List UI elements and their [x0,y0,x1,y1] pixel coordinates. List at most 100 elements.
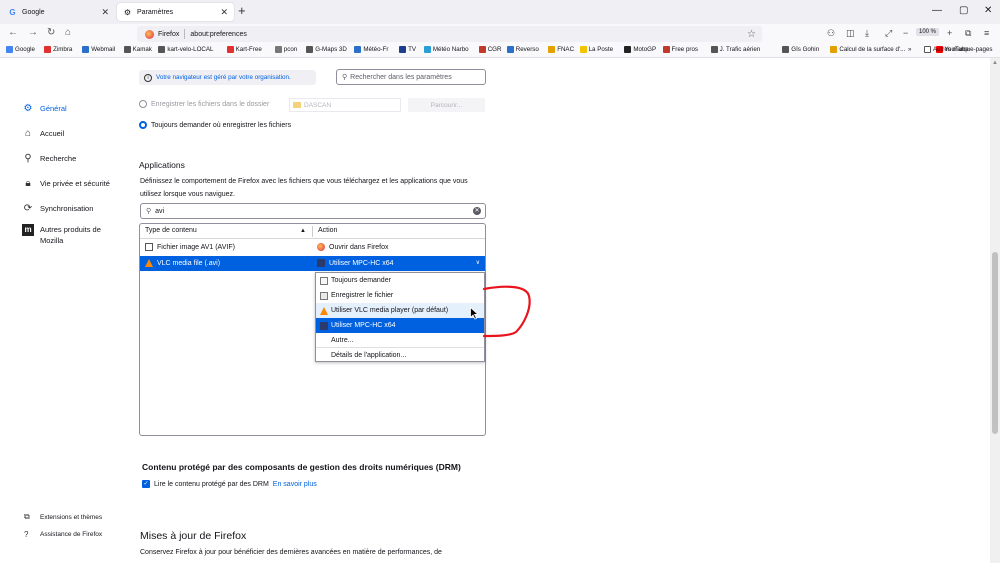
close-icon[interactable]: ✕ [220,7,228,18]
bookmark-label: Calcul de la surface d'... [839,46,906,53]
drm-heading: Contenu protégé par des composants de ge… [142,462,461,472]
bookmark-label: Météo Narbo [432,46,469,53]
sidebar-item-label: Autres produits de Mozilla [40,225,101,245]
bookmark-item[interactable]: Reverso [506,46,539,53]
bookmark-item[interactable]: CGR [478,46,501,53]
action-dropdown-menu: Toujours demander Enregistrer le fichier… [315,272,485,362]
url-text[interactable]: about:preferences [190,31,246,38]
search-value[interactable]: avi [155,208,164,215]
bookmark-item[interactable]: Gîs Gohin [782,46,819,53]
tab-title: Paramètres [137,8,174,16]
other-bookmarks-folder[interactable]: Autres marque-pages [924,46,993,53]
applications-search-input[interactable]: ⚲ avi ✕ [140,203,486,219]
scroll-up-icon[interactable]: ▲ [992,60,998,66]
search-settings-input[interactable]: ⚲ Rechercher dans les paramètres [336,69,486,85]
page-scrollbar[interactable]: ▲ [990,58,1000,563]
menu-icon[interactable]: ≡ [984,28,989,38]
menu-item-use-vlc[interactable]: Utiliser VLC media player (par défaut) [316,303,484,318]
updates-heading: Mises à jour de Firefox [140,530,247,542]
close-window-button[interactable]: ✕ [984,5,992,16]
bookmark-item[interactable]: MotoGP [624,46,656,53]
zoom-level[interactable]: 100 % [916,28,940,36]
menu-item-save-file[interactable]: Enregistrer le fichier [316,288,484,303]
sidebar-item-privacy[interactable]: 🔒︎ Vie privée et sécurité [22,178,110,189]
menu-item-always-ask[interactable]: Toujours demander [316,273,484,288]
bookmark-item[interactable]: Calcul de la surface d'... [830,46,905,53]
tab-google[interactable]: G Google ✕ [2,3,115,21]
sidebar-item-mozilla[interactable]: m Autres produits de Mozilla [22,224,116,246]
back-button[interactable]: ← [8,27,18,38]
sidebar-item-home[interactable]: ⌂ Accueil [22,128,64,139]
radio-circle [139,100,147,108]
account-icon[interactable]: ⚇ [827,28,835,39]
folder-label: Autres marque-pages [933,46,993,53]
bookmark-item[interactable]: TV [399,46,416,53]
mouse-cursor-icon [470,307,479,320]
bookmark-item[interactable]: Météo-Fr [354,46,388,53]
minimize-button[interactable]: — [932,5,942,16]
menu-item-app-details[interactable]: Détails de l'application... [316,348,484,363]
fullscreen-icon[interactable]: ⤢ [885,28,892,39]
table-row[interactable]: Fichier image AV1 (AVIF) Ouvrir dans Fir… [140,240,485,255]
bookmark-item[interactable]: Kart-Free [226,46,262,53]
column-header-action[interactable]: Action [318,227,337,234]
sync-icon: ⟳ [23,203,33,214]
reload-button[interactable]: ↻ [47,27,55,38]
clear-search-icon[interactable]: ✕ [473,207,481,215]
bookmark-favicon-icon [158,46,166,53]
bookmark-item[interactable]: La Poste [579,46,613,53]
zoom-in-icon[interactable]: + [947,28,952,38]
tab-parametres[interactable]: ⚙ Paramètres ✕ [117,3,234,21]
firefox-support-link[interactable]: ? Assistance de Firefox [24,530,102,539]
bookmark-star-icon[interactable]: ☆ [747,29,756,40]
folder-icon [924,46,931,53]
bookmark-item[interactable]: Kamak [123,46,152,53]
sidebar-item-sync[interactable]: ⟳ Synchronisation [22,203,94,214]
forward-button[interactable]: → [28,27,38,38]
extensions-icon[interactable]: ⧉ [965,28,971,39]
radio-label: Enregistrer les fichiers dans le dossier [151,100,270,108]
extensions-themes-link[interactable]: ⧉ Extensions et thèmes [24,512,102,522]
action-select[interactable]: Utiliser MPC-HC x64 ∨ [313,256,485,271]
bookmark-item[interactable]: Google [6,46,35,53]
managed-notice[interactable]: i Votre navigateur est géré par votre or… [139,70,316,85]
new-tab-button[interactable]: + [238,3,246,18]
bookmark-label: Kart-Free [235,46,262,53]
bookmark-label: Google [15,46,35,53]
close-icon[interactable]: ✕ [101,7,109,18]
maximize-button[interactable]: ▢ [959,5,968,16]
bookmark-item[interactable]: J. Trafic aérien [710,46,760,53]
folder-icon [293,102,301,108]
url-bar[interactable]: Firefox about:preferences ☆ [137,26,762,42]
browse-button[interactable]: Parcourir... [408,98,485,112]
radio-label: Toujours demander où enregistrer les fic… [151,121,292,129]
bookmark-item[interactable]: Zimbra [44,46,72,53]
pocket-icon[interactable]: ◫ [846,28,855,39]
checkbox-checked[interactable]: ✓ [142,480,150,488]
table-row-selected[interactable]: VLC media file (.avi) Utiliser MPC-HC x6… [140,256,485,271]
bookmarks-overflow-button[interactable]: » [908,46,911,53]
tab-title: Google [22,8,45,16]
sidebar-item-search[interactable]: ⚲ Recherche [22,153,76,164]
home-button[interactable]: ⌂ [65,27,71,38]
bookmark-item[interactable]: Météo Narbo [423,46,469,53]
bookmark-item[interactable]: G-Maps 3D [306,46,347,53]
bookmark-item[interactable]: Webmail [82,46,115,53]
scrollbar-thumb[interactable] [992,252,998,434]
drm-checkbox-row[interactable]: ✓ Lire le contenu protégé par des DRM En… [142,480,317,488]
learn-more-link[interactable]: En savoir plus [273,481,317,488]
column-header-type[interactable]: Type de contenu [145,227,197,234]
bookmark-item[interactable]: kart-velo-LOCAL [158,46,213,53]
always-ask-radio[interactable]: Toujours demander où enregistrer les fic… [139,121,291,129]
bookmark-item[interactable]: FNAC [548,46,574,53]
table-header: Type de contenu ▲ Action [140,224,485,239]
downloads-icon[interactable]: ⤓ [865,28,869,39]
bookmark-item[interactable]: pcon [274,46,297,53]
menu-item-use-mpc[interactable]: Utiliser MPC-HC x64 [316,318,484,333]
sidebar-item-general[interactable]: ⚙ Général [22,103,67,114]
menu-item-other[interactable]: Autre... [316,333,484,348]
save-to-folder-radio[interactable]: Enregistrer les fichiers dans le dossier [139,100,269,108]
menu-item-label: Utiliser VLC media player (par défaut) [331,307,449,314]
zoom-out-icon[interactable]: − [903,28,908,38]
bookmark-item[interactable]: Free pros [662,46,698,53]
